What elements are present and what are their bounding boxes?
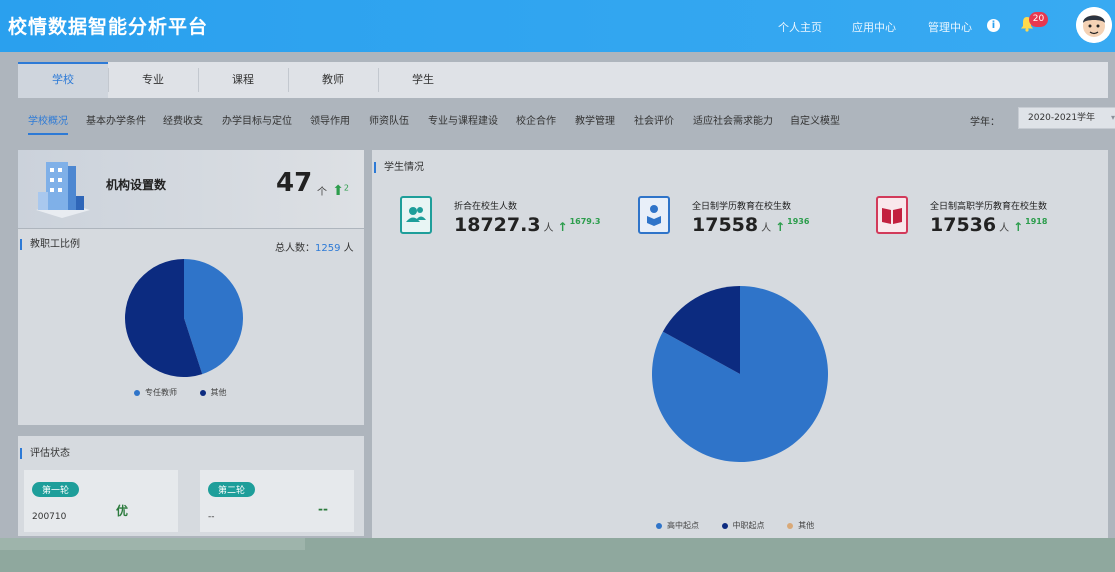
bottom-overlay: [0, 538, 1115, 572]
tab-student[interactable]: 学生: [378, 62, 468, 98]
subnav-faculty[interactable]: 师资队伍: [369, 112, 409, 127]
staff-total: 总人数：1259 人: [275, 243, 354, 254]
nav-personal-home[interactable]: 个人主页: [778, 19, 822, 35]
subnav-social-adaptability[interactable]: 适应社会需求能力: [693, 112, 773, 127]
evaluation-title: 评估状态: [20, 448, 70, 459]
staff-ratio-legend: 专任教师 其他: [134, 387, 247, 398]
main-tabs: 学校 专业 课程 教师 学生: [18, 62, 1108, 98]
subnav-custom-model[interactable]: 自定义模型: [790, 112, 840, 127]
year-label: 学年：: [970, 117, 1000, 128]
info-icon[interactable]: i: [987, 19, 1000, 32]
subnav-social-evaluation[interactable]: 社会评价: [634, 112, 674, 127]
student-card: 学生情况 折合在校生人数 18727.3 人 ↑ 1679.3 全日制学历教育在校生数…: [372, 150, 1108, 538]
round-two-box[interactable]: 第二轮 -- --: [200, 470, 354, 532]
subnav-leadership[interactable]: 领导作用: [310, 112, 350, 127]
student-title: 学生情况: [374, 162, 424, 173]
top-bar: 校情数据智能分析平台 个人主页 应用中心 管理中心 i 20: [0, 0, 1115, 52]
stat-delta: 1918: [1025, 216, 1048, 226]
legend-item-vocational[interactable]: 中职起点: [721, 520, 765, 531]
student-source-legend: 高中起点 中职起点 其他: [656, 520, 834, 531]
stat-label: 折合在校生人数: [454, 202, 518, 212]
tab-teacher[interactable]: 教师: [288, 62, 378, 98]
up-arrow-icon: ↑: [1013, 220, 1024, 234]
legend-item-other[interactable]: 其他: [787, 520, 814, 531]
staff-ratio-pie-chart: [125, 259, 243, 377]
avatar[interactable]: [1076, 7, 1112, 43]
tab-course[interactable]: 课程: [198, 62, 288, 98]
org-count-unit: 个 ⬆2: [317, 183, 350, 199]
stat-label: 全日制学历教育在校生数: [692, 202, 792, 212]
chevron-down-icon: ▾: [1110, 113, 1115, 122]
subnav-basic-conditions[interactable]: 基本办学条件: [86, 112, 146, 127]
nav-admin-center[interactable]: 管理中心: [928, 19, 972, 35]
stat-label: 全日制高职学历教育在校生数: [930, 202, 1048, 212]
round-code: 200710: [32, 512, 67, 522]
legend-item-high-school[interactable]: 高中起点: [656, 520, 699, 531]
round-grade: --: [318, 502, 328, 516]
notification-badge[interactable]: 20: [1029, 12, 1048, 27]
round-grade: 优: [116, 504, 129, 518]
subnav-school-enterprise[interactable]: 校企合作: [516, 112, 556, 127]
subnav-teaching-management[interactable]: 教学管理: [575, 112, 615, 127]
up-arrow-icon: ↑: [557, 220, 568, 234]
up-arrow-icon: ↑: [775, 220, 786, 234]
org-count-card: 机构设置数 47 个 ⬆2: [18, 150, 364, 228]
sub-nav: 学校概况 基本办学条件 经费收支 办学目标与定位 领导作用 师资队伍 专业与课程…: [18, 104, 1115, 136]
staff-ratio-title: 教职工比例: [20, 239, 80, 250]
up-arrow-icon: ⬆: [332, 183, 344, 199]
subnav-school-overview[interactable]: 学校概况: [28, 112, 68, 135]
stat-delta: 1936: [787, 216, 810, 226]
nav-app-center[interactable]: 应用中心: [852, 19, 896, 35]
year-value: 2020-2021学年: [1028, 113, 1096, 123]
evaluation-card: 评估状态 第一轮 优 200710 第二轮 -- --: [18, 436, 364, 536]
tab-major[interactable]: 专业: [108, 62, 198, 98]
legend-item-full-time[interactable]: 专任教师: [134, 387, 177, 398]
building-icon: [36, 162, 90, 218]
round-tag: 第二轮: [208, 482, 256, 497]
book-icon: [876, 196, 908, 234]
staff-total-value: 1259: [315, 243, 341, 254]
org-count-value: 47: [276, 168, 313, 198]
round-code: --: [208, 512, 215, 522]
round-one-box[interactable]: 第一轮 优 200710: [24, 470, 178, 532]
stat-value: 17536 人 ↑ 1918: [930, 214, 1048, 236]
subnav-goals[interactable]: 办学目标与定位: [222, 112, 292, 127]
stat-delta: 1679.3: [569, 216, 601, 226]
student-source-pie-chart: [652, 286, 828, 462]
student-icon: [638, 196, 670, 234]
round-tag: 第一轮: [32, 482, 80, 497]
stat-value: 17558 人 ↑ 1936: [692, 214, 810, 236]
subnav-majors-courses[interactable]: 专业与课程建设: [428, 112, 498, 127]
users-icon: [400, 196, 432, 234]
subnav-funding[interactable]: 经费收支: [163, 112, 203, 127]
org-count-delta: 2: [343, 183, 350, 193]
stat-value: 18727.3 人 ↑ 1679.3: [454, 214, 601, 236]
legend-item-other[interactable]: 其他: [199, 387, 227, 398]
staff-ratio-card: 教职工比例 总人数：1259 人 专任教师 其他: [18, 229, 364, 425]
org-count-label: 机构设置数: [106, 178, 167, 192]
year-select[interactable]: 2020-2021学年 ▾: [1018, 107, 1115, 129]
app-title: 校情数据智能分析平台: [8, 16, 209, 38]
tab-school[interactable]: 学校: [18, 62, 108, 98]
